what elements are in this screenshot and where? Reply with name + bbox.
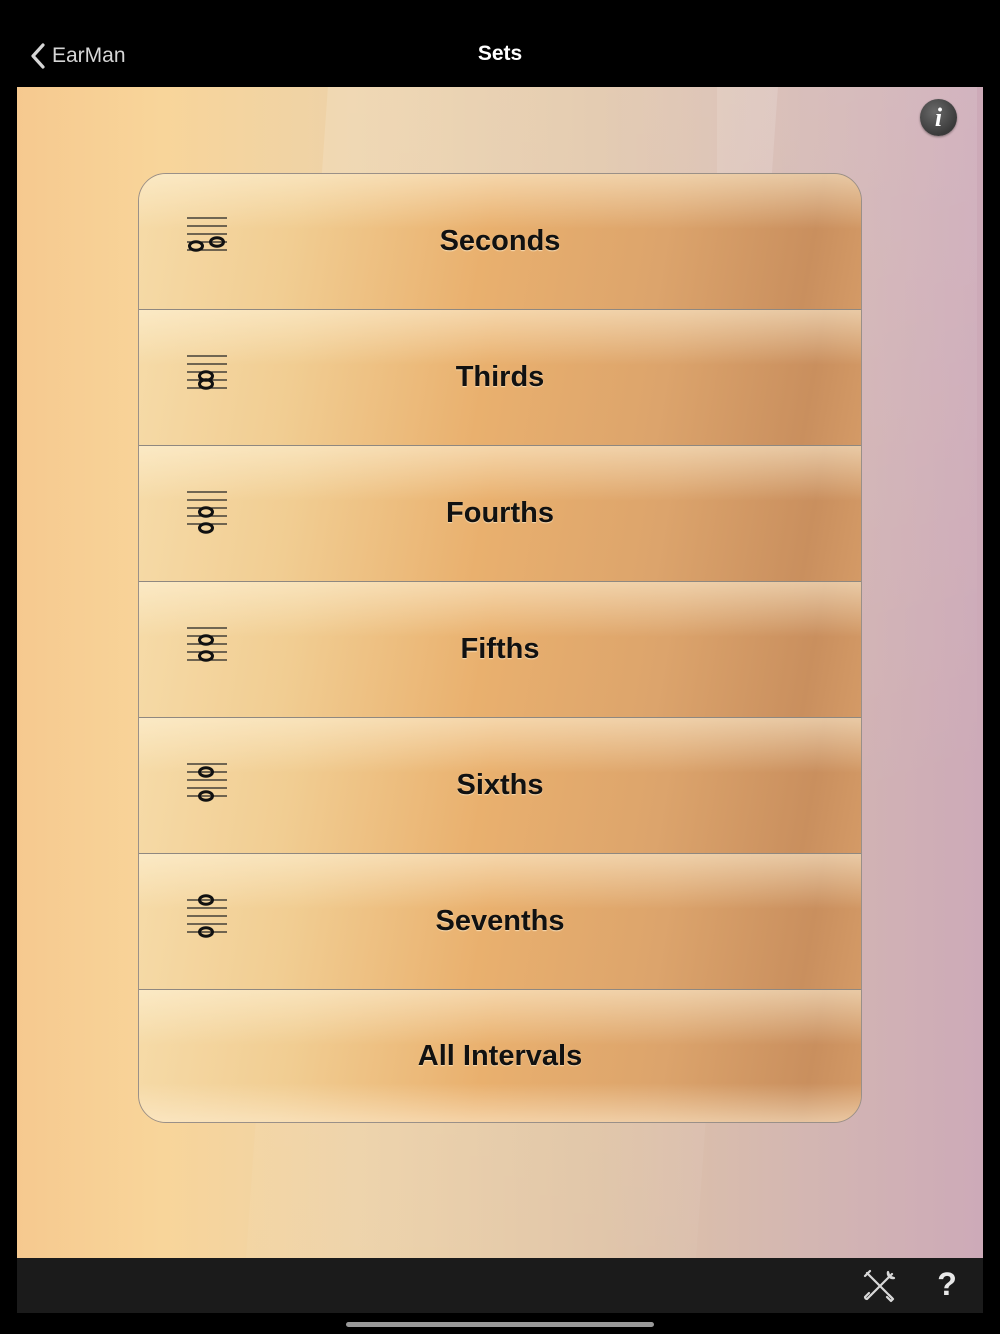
set-row-sixths[interactable]: Sixths	[139, 718, 861, 854]
set-row-label: Seconds	[439, 225, 561, 257]
sets-content-area: i Seconds Thirds Fourths Fifths Sixths S…	[17, 87, 983, 1258]
set-row-label: Sixths	[456, 769, 544, 801]
set-row-label: All Intervals	[417, 1040, 583, 1072]
wrench-screwdriver-icon	[863, 1269, 896, 1303]
seventh-interval-notation-icon	[187, 894, 227, 938]
sixth-interval-notation-icon	[187, 763, 227, 802]
second-interval-notation-icon	[187, 217, 227, 252]
fifth-interval-notation-icon	[187, 627, 227, 662]
page-title: Sets	[477, 42, 523, 65]
info-icon: i	[934, 102, 943, 132]
set-row-seconds[interactable]: Seconds	[139, 174, 861, 310]
set-row-fourths[interactable]: Fourths	[139, 446, 861, 582]
fourth-interval-notation-icon	[187, 491, 227, 534]
set-row-thirds[interactable]: Thirds	[139, 310, 861, 446]
settings-button[interactable]	[862, 1268, 898, 1304]
set-row-label: Fifths	[460, 633, 540, 665]
help-button[interactable]: ?	[932, 1266, 962, 1306]
set-row-label: Thirds	[455, 361, 545, 393]
bottom-toolbar: ?	[17, 1258, 983, 1313]
set-row-label: Sevenths	[435, 905, 565, 937]
info-button[interactable]: i	[920, 99, 957, 136]
navigation-bar: EarMan Sets	[0, 0, 1000, 87]
set-row-sevenths[interactable]: Sevenths	[139, 854, 861, 990]
sets-list: Seconds Thirds Fourths Fifths Sixths Sev…	[138, 173, 862, 1123]
set-row-label: Fourths	[446, 497, 554, 529]
set-row-all-intervals[interactable]: All Intervals	[139, 990, 861, 1122]
home-indicator	[346, 1322, 654, 1327]
set-row-fifths[interactable]: Fifths	[139, 582, 861, 718]
third-interval-notation-icon	[187, 355, 227, 390]
